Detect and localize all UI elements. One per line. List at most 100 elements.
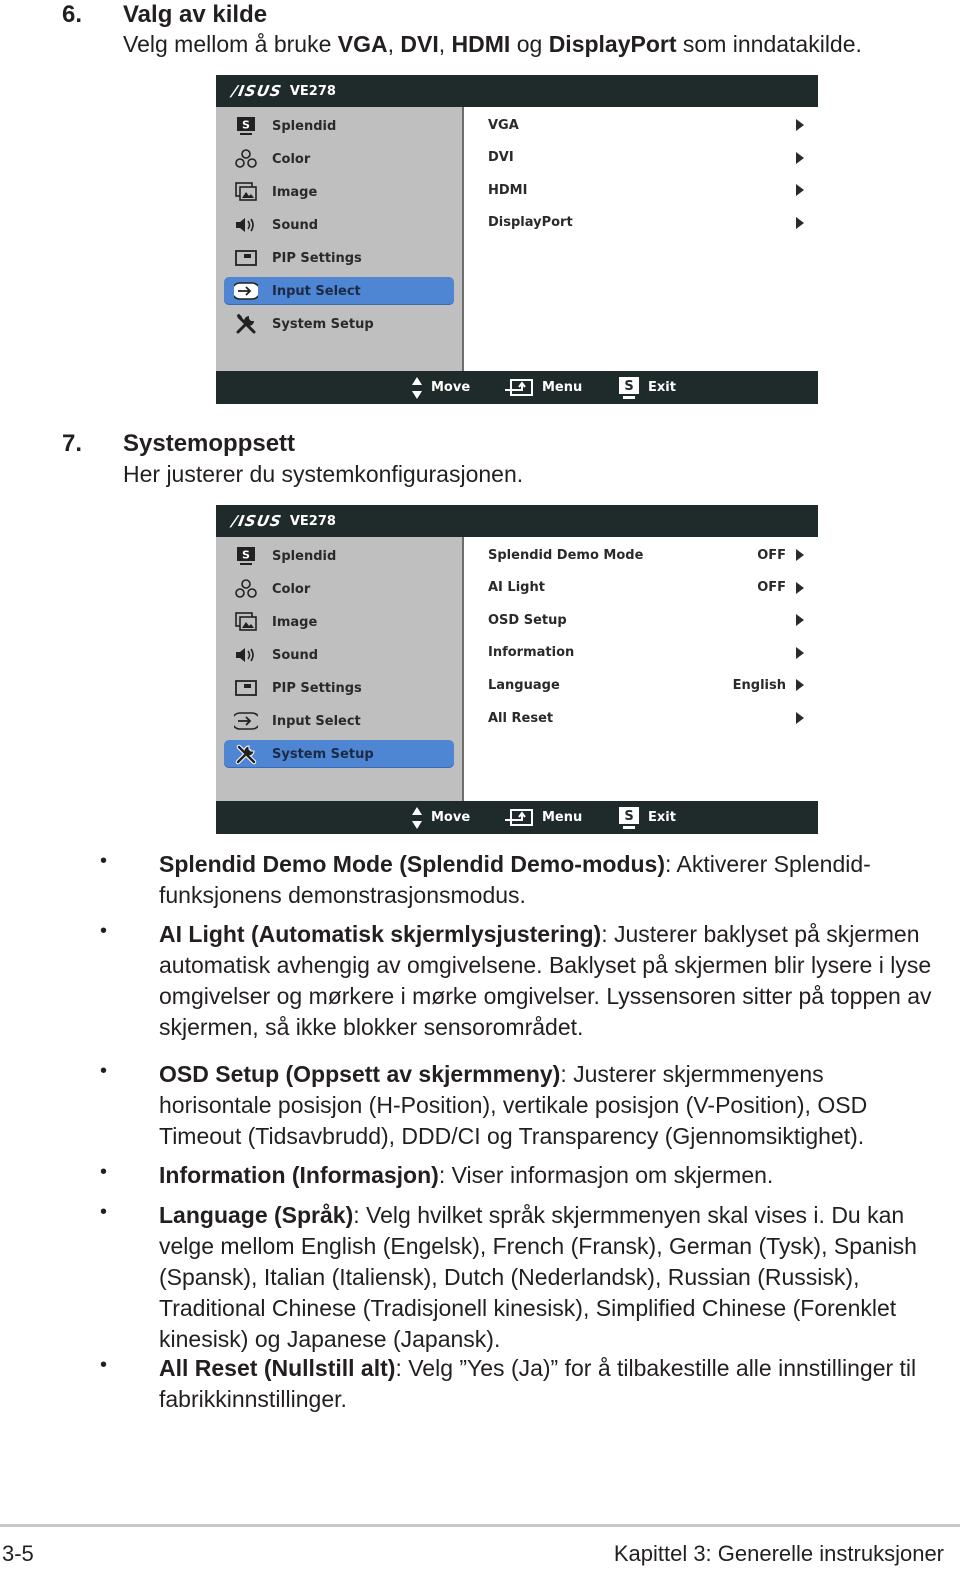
- osd-title-bar: /ISUS VE278: [216, 505, 818, 537]
- svg-text:S: S: [624, 809, 633, 824]
- svg-text:S: S: [624, 379, 633, 394]
- menu-item-label: Splendid: [272, 118, 337, 134]
- osd-input-select-screenshot: /ISUS VE278 S Splendid Color Image Sound PIP Se…: [216, 75, 818, 404]
- section-title: Valg av kilde: [123, 1, 268, 28]
- menu-item-label: Input Select: [272, 713, 361, 729]
- section-subtitle: Her justerer du systemkonfigurasjonen.: [123, 461, 524, 487]
- submenu-item-ai-light[interactable]: AI Light OFF: [488, 574, 804, 602]
- bullet-term: Language (Språk): [159, 1202, 354, 1228]
- section-title: Systemoppsett: [123, 430, 296, 457]
- osd-submenu: VGA DVI HDMI DisplayPort: [464, 107, 818, 371]
- text-bold: DisplayPort: [548, 31, 677, 57]
- bullet-marker: •: [100, 1354, 108, 1376]
- model-name: VE278: [289, 83, 336, 99]
- menu-item-image[interactable]: Image: [224, 608, 454, 636]
- submenu-item-vga[interactable]: VGA: [488, 111, 804, 139]
- menu-item-input-select[interactable]: Input Select: [224, 277, 454, 305]
- asus-logo: /ISUS: [230, 82, 284, 100]
- triangle-right-icon: [796, 216, 804, 229]
- osd-logo: /ISUS VE278: [230, 82, 336, 100]
- submenu-item-all-reset[interactable]: All Reset: [488, 704, 804, 732]
- bullet-item: OSD Setup (Oppsett av skjermmeny): Juste…: [159, 1059, 939, 1152]
- submenu-item-information[interactable]: Information: [488, 639, 804, 667]
- osd-title-bar: /ISUS VE278: [216, 75, 818, 107]
- osd-navigation-bar: Move Menu S Exit: [216, 371, 818, 404]
- model-name: VE278: [289, 513, 336, 529]
- nav-hint-menu: Menu: [504, 371, 582, 404]
- submenu-item-value: OFF: [757, 547, 786, 563]
- menu-item-color[interactable]: Color: [224, 575, 454, 603]
- exit-icon: S: [618, 806, 640, 830]
- section-number: 6.: [62, 1, 83, 28]
- sound-icon: [234, 645, 258, 665]
- triangle-right-icon: [796, 184, 804, 197]
- menu-item-system-setup[interactable]: System Setup: [224, 740, 454, 768]
- menu-item-label: Input Select: [272, 283, 361, 299]
- submenu-item-label: All Reset: [488, 710, 554, 726]
- menu-item-sound[interactable]: Sound: [224, 641, 454, 669]
- bullet-marker: •: [100, 1161, 108, 1183]
- nav-hint-menu: Menu: [504, 801, 582, 834]
- submenu-item-label: VGA: [488, 117, 519, 133]
- submenu-item-dvi[interactable]: DVI: [488, 144, 804, 172]
- menu-item-image[interactable]: Image: [224, 178, 454, 206]
- bullet-term: Splendid Demo Mode (Splendid Demo-modus): [159, 851, 665, 877]
- nav-hint-label: Move: [431, 810, 471, 825]
- section-subtitle: Velg mellom å bruke VGA, DVI, HDMI og Di…: [123, 31, 862, 58]
- menu-item-splendid[interactable]: S Splendid: [224, 542, 454, 570]
- menu-item-pip-settings[interactable]: PIP Settings: [224, 244, 454, 272]
- submenu-item-hdmi[interactable]: HDMI: [488, 176, 804, 204]
- color-icon: [234, 149, 258, 169]
- color-icon: [234, 579, 258, 599]
- text-bold: HDMI: [451, 31, 511, 57]
- bullet-marker: •: [100, 1060, 108, 1082]
- osd-submenu: Splendid Demo Mode OFF AI Light OFF OSD Setu…: [464, 537, 818, 801]
- osd-main-menu: S Splendid Color Image Sound PIP Settings Inpu…: [216, 107, 464, 371]
- menu-item-pip-settings[interactable]: PIP Settings: [224, 674, 454, 702]
- text: ,: [438, 31, 452, 57]
- image-icon: [234, 612, 258, 632]
- pip-icon: [234, 248, 258, 268]
- move-icon: [411, 806, 423, 830]
- bullet-term: Information (Informasjon): [159, 1162, 439, 1188]
- submenu-item-splendid-demo-mode[interactable]: Splendid Demo Mode OFF: [488, 541, 804, 569]
- menu-item-label: System Setup: [272, 316, 374, 332]
- nav-hint-label: Menu: [542, 380, 583, 395]
- nav-hint-move: Move: [411, 801, 470, 834]
- text: som inndatakilde.: [676, 31, 862, 57]
- submenu-item-displayport[interactable]: DisplayPort: [488, 209, 804, 237]
- submenu-item-label: AI Light: [488, 580, 545, 596]
- text-bold: DVI: [400, 31, 439, 57]
- submenu-item-label: DVI: [488, 150, 514, 166]
- menu-item-input-select[interactable]: Input Select: [224, 707, 454, 735]
- submenu-item-osd-setup[interactable]: OSD Setup: [488, 606, 804, 634]
- menu-item-label: System Setup: [272, 746, 374, 762]
- submenu-item-language[interactable]: Language English: [488, 671, 804, 699]
- footer-divider: [0, 1524, 960, 1527]
- menu-item-label: Sound: [272, 217, 319, 233]
- submenu-item-label: Information: [488, 645, 575, 661]
- osd-main-menu: S Splendid Color Image Sound PIP Settings Inpu…: [216, 537, 464, 801]
- nav-hint-move: Move: [411, 371, 470, 404]
- submenu-item-value: OFF: [757, 580, 786, 596]
- menu-item-system-setup[interactable]: System Setup: [224, 310, 454, 338]
- osd-navigation-bar: Move Menu S Exit: [216, 801, 818, 834]
- text: ,: [387, 31, 401, 57]
- submenu-item-label: OSD Setup: [488, 612, 567, 628]
- move-icon: [411, 376, 423, 400]
- menu-item-label: PIP Settings: [272, 680, 362, 696]
- bullet-marker: •: [100, 920, 108, 942]
- menu-item-label: Image: [272, 184, 318, 200]
- triangle-right-icon: [796, 712, 804, 724]
- bullet-term: OSD Setup (Oppsett av skjermmeny): [159, 1061, 561, 1087]
- bullet-item: Language (Språk): Velg hvilket språk skj…: [159, 1200, 939, 1355]
- bullet-item: AI Light (Automatisk skjermlysjustering)…: [159, 919, 939, 1043]
- menu-item-sound[interactable]: Sound: [224, 211, 454, 239]
- triangle-right-icon: [796, 119, 804, 131]
- menu-item-color[interactable]: Color: [224, 145, 454, 173]
- nav-hint-exit: S Exit: [618, 371, 676, 404]
- osd-system-setup-screenshot: /ISUS VE278 S Splendid Color Image Sound PIP Se…: [216, 505, 818, 834]
- menu-item-splendid[interactable]: S Splendid: [224, 112, 454, 140]
- svg-text:S: S: [242, 119, 250, 132]
- menu-item-label: Sound: [272, 647, 319, 663]
